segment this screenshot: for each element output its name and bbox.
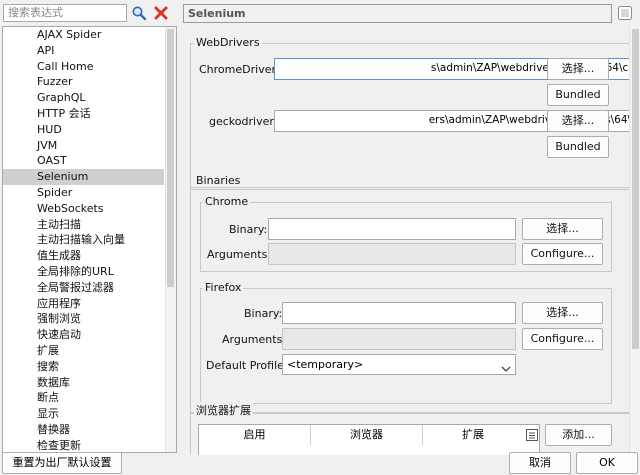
chrome-binary-choose-button[interactable]: 选择... (522, 218, 603, 240)
reset-defaults-button[interactable]: 重置为出厂默认设置 (2, 452, 122, 474)
tree-item[interactable]: 断点 (3, 390, 164, 406)
options-tree-list: AJAX Spider API Call Home Fuzzer GraphQL HTTP… (3, 27, 164, 452)
firefox-profile-select[interactable]: <temporary> (282, 354, 516, 375)
options-panel-scrollbar[interactable] (629, 26, 640, 455)
tree-item[interactable]: 主动扫描 (3, 217, 164, 233)
geckodriver-label: geckodriver: (209, 115, 278, 128)
column-header-browser[interactable]: 浏览器 (311, 425, 423, 445)
tree-item[interactable]: HUD (3, 122, 164, 138)
chrome-arguments-field (268, 243, 516, 265)
tree-item[interactable]: 强制浏览 (3, 311, 164, 327)
tree-item[interactable]: WebSockets (3, 201, 164, 217)
options-panel-scrollbar-thumb[interactable] (632, 29, 639, 349)
magnifier-icon[interactable] (131, 5, 147, 21)
tree-item[interactable]: API (3, 43, 164, 59)
tree-item[interactable]: GraphQL (3, 90, 164, 106)
firefox-arguments-label: Arguments: (222, 333, 287, 346)
firefox-title: Firefox (203, 281, 244, 294)
add-extension-button[interactable]: 添加... (545, 424, 612, 446)
column-chooser-icon[interactable] (526, 429, 538, 441)
tree-item[interactable]: 检查更新 (3, 438, 164, 452)
tree-item[interactable]: JVM (3, 138, 164, 154)
tree-item[interactable]: 全局警报过滤器 (3, 280, 164, 296)
chrome-configure-button[interactable]: Configure... (522, 243, 603, 265)
tree-item[interactable]: 值生成器 (3, 248, 164, 264)
tree-item[interactable]: 数据库 (3, 375, 164, 391)
chrome-arguments-label: Arguments: (207, 248, 272, 261)
tree-item[interactable]: HTTP 会话 (3, 106, 164, 122)
chrome-binary-label: Binary: (229, 223, 268, 236)
geckodriver-bundled-button[interactable]: Bundled (547, 136, 609, 158)
tree-item[interactable]: 扩展 (3, 343, 164, 359)
chromedriver-choose-button[interactable]: 选择... (547, 58, 609, 80)
chrome-binary-field[interactable] (268, 218, 516, 240)
tree-item[interactable]: 主动扫描输入向量 (3, 232, 164, 248)
firefox-profile-value: <temporary> (287, 358, 364, 371)
chromedriver-bundled-button[interactable]: Bundled (547, 84, 609, 106)
tree-item[interactable]: 显示 (3, 406, 164, 422)
extensions-table: 启用 浏览器 扩展 (198, 424, 540, 455)
page-title: Selenium (183, 4, 612, 23)
cancel-button[interactable]: 取消 (509, 452, 571, 474)
chrome-title: Chrome (203, 195, 251, 208)
help-icon[interactable] (618, 6, 632, 20)
tree-item[interactable]: 替换器 (3, 422, 164, 438)
firefox-binary-choose-button[interactable]: 选择... (522, 302, 603, 324)
geckodriver-choose-button[interactable]: 选择... (547, 110, 609, 132)
firefox-profile-label: Default Profile: (206, 359, 288, 372)
firefox-arguments-field (282, 328, 516, 350)
red-x-icon[interactable] (153, 5, 169, 21)
options-tree-pane: 搜索表达式 AJAX Spider API Call Home Fuzzer Graph… (0, 0, 177, 455)
search-input[interactable]: 搜索表达式 (3, 4, 127, 22)
tree-item[interactable]: 全局排除的URL (3, 264, 164, 280)
binaries-title: Binaries (194, 174, 243, 187)
tree-item[interactable]: 快速启动 (3, 327, 164, 343)
tree-item[interactable]: AJAX Spider (3, 27, 164, 43)
tree-scrollbar[interactable] (165, 27, 176, 452)
options-tree: AJAX Spider API Call Home Fuzzer GraphQL HTTP… (2, 26, 177, 453)
firefox-configure-button[interactable]: Configure... (522, 328, 603, 350)
tree-item[interactable]: 搜索 (3, 359, 164, 375)
tree-item[interactable]: Selenium (3, 169, 164, 185)
chromedriver-label: ChromeDriver: (199, 63, 280, 76)
browser-extensions-title: 浏览器扩展 (194, 402, 253, 418)
tree-item[interactable]: Spider (3, 185, 164, 201)
column-header-enabled[interactable]: 启用 (199, 425, 311, 445)
column-header-extension[interactable]: 扩展 (423, 425, 523, 445)
webdrivers-title: WebDrivers (194, 36, 262, 49)
tree-item[interactable]: Fuzzer (3, 74, 164, 90)
options-panel: WebDrivers ChromeDriver: s\admin\ZAP\web… (180, 26, 640, 455)
ok-button[interactable]: OK (576, 452, 638, 474)
firefox-binary-field[interactable] (282, 302, 516, 324)
tree-scrollbar-thumb[interactable] (167, 29, 174, 287)
tree-item[interactable]: 应用程序 (3, 296, 164, 312)
chevron-down-icon (501, 360, 511, 372)
tree-item[interactable]: OAST (3, 153, 164, 169)
firefox-binary-label: Binary: (244, 307, 283, 320)
tree-item[interactable]: Call Home (3, 59, 164, 75)
